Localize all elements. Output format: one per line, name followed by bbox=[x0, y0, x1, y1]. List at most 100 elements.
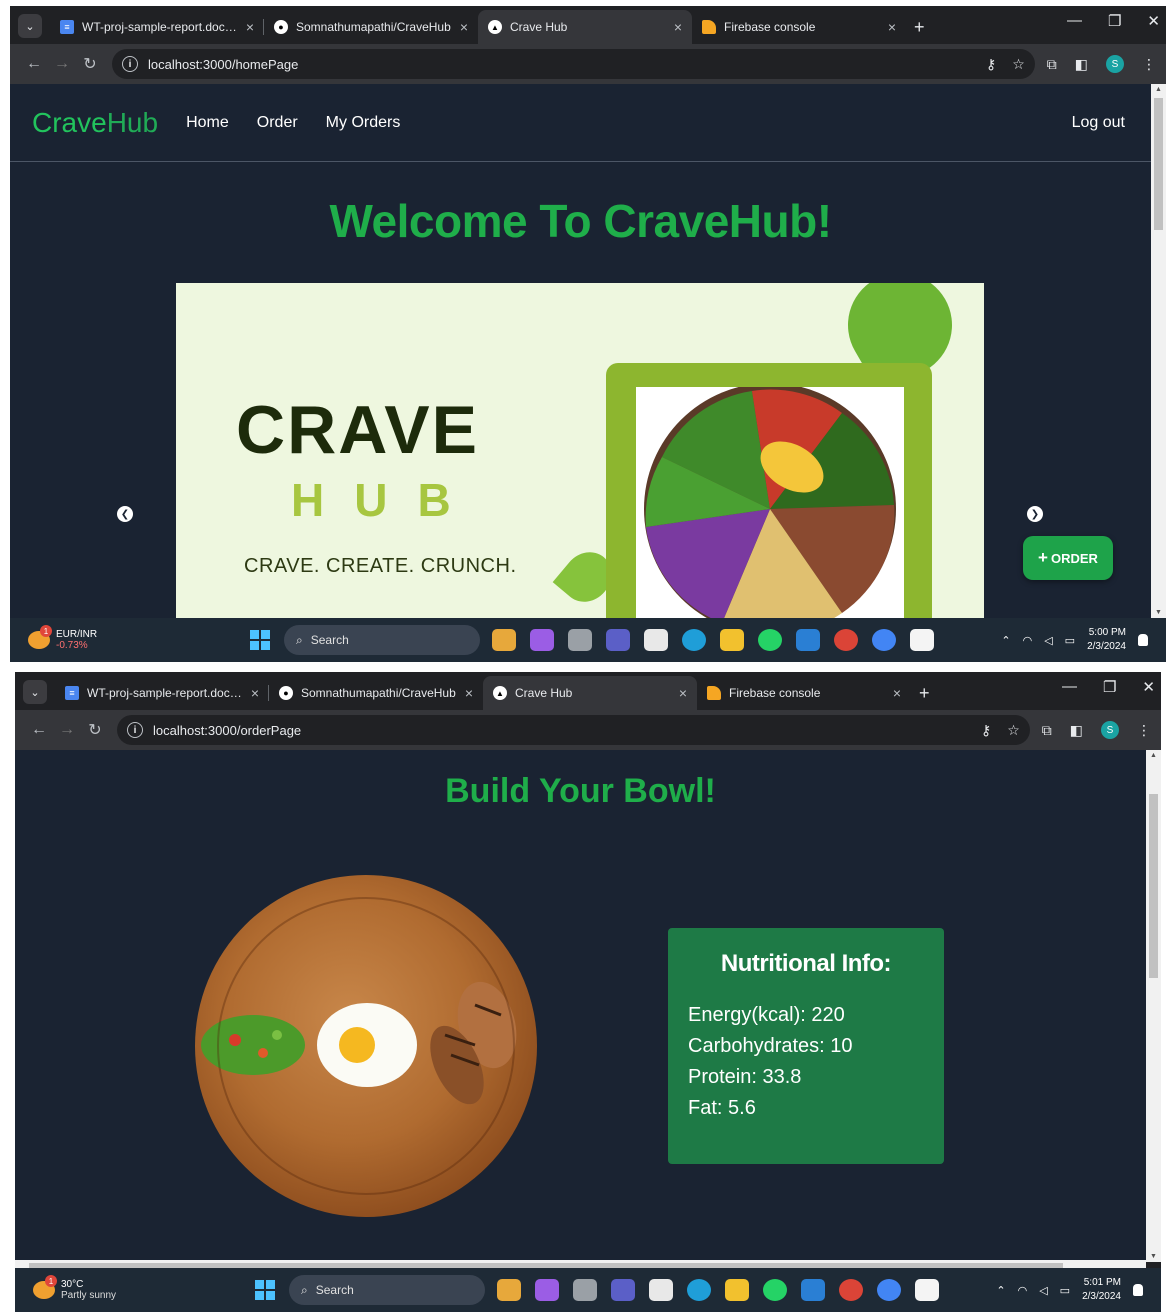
order-button[interactable]: + ORDER bbox=[1023, 536, 1113, 580]
carousel-prev-icon[interactable]: ❮ bbox=[117, 506, 133, 522]
bookmark-star-icon[interactable]: ☆ bbox=[1007, 722, 1020, 739]
back-icon[interactable]: ← bbox=[20, 55, 48, 73]
extensions-icon[interactable]: ⧉ bbox=[1042, 722, 1052, 739]
tab-firebase[interactable]: Firebase console × bbox=[692, 10, 906, 44]
minimize-icon[interactable]: — bbox=[1067, 12, 1082, 30]
vertical-scrollbar[interactable]: ▲ ▼ bbox=[1146, 750, 1161, 1262]
task-view-icon[interactable] bbox=[573, 1279, 597, 1301]
vertical-scrollbar[interactable]: ▲ ▼ bbox=[1151, 84, 1166, 618]
close-tab-icon[interactable]: × bbox=[893, 685, 901, 701]
back-icon[interactable]: ← bbox=[25, 721, 53, 739]
side-panel-icon[interactable]: ◧ bbox=[1070, 722, 1083, 739]
tab-docx[interactable]: ≡ WT-proj-sample-report.docx - ( × bbox=[50, 10, 264, 44]
close-window-icon[interactable]: ✕ bbox=[1142, 678, 1155, 696]
tray-chevron-icon[interactable]: ⌃ bbox=[996, 1284, 1005, 1297]
tab-github[interactable]: ● Somnathumapathi/CraveHub × bbox=[269, 676, 483, 710]
store-icon[interactable] bbox=[649, 1279, 673, 1301]
salad-ingredient-image[interactable] bbox=[201, 1015, 305, 1075]
profile-avatar[interactable]: S bbox=[1101, 721, 1119, 739]
windows-start-icon[interactable] bbox=[255, 1280, 275, 1300]
whatsapp-icon[interactable] bbox=[763, 1279, 787, 1301]
chicken-ingredient-image[interactable] bbox=[419, 975, 525, 1112]
close-tab-icon[interactable]: × bbox=[246, 19, 254, 35]
copilot-icon[interactable] bbox=[530, 629, 554, 651]
widgets-button[interactable]: 1 30°C Partly sunny bbox=[15, 1275, 255, 1301]
site-info-icon[interactable]: i bbox=[122, 56, 138, 72]
chrome-icon[interactable] bbox=[839, 1279, 863, 1301]
wifi-icon[interactable]: ◠ bbox=[1023, 634, 1033, 647]
egg-ingredient-image[interactable] bbox=[317, 1003, 417, 1087]
close-tab-icon[interactable]: × bbox=[460, 19, 468, 35]
tab-search-chevron-icon[interactable]: ⌄ bbox=[18, 14, 42, 38]
logout-link[interactable]: Log out bbox=[1072, 114, 1125, 132]
lion-app-icon[interactable] bbox=[492, 629, 516, 651]
lion-app-icon[interactable] bbox=[497, 1279, 521, 1301]
menu-kebab-icon[interactable]: ⋮ bbox=[1137, 722, 1151, 739]
battery-icon[interactable]: ▭ bbox=[1065, 634, 1075, 647]
password-key-icon[interactable]: ⚷ bbox=[981, 722, 991, 739]
edge-icon[interactable] bbox=[687, 1279, 711, 1301]
close-tab-icon[interactable]: × bbox=[888, 19, 896, 35]
whatsapp-icon[interactable] bbox=[758, 629, 782, 651]
address-bar[interactable]: i localhost:3000/orderPage ⚷ ☆ bbox=[117, 715, 1030, 745]
copilot-icon[interactable] bbox=[535, 1279, 559, 1301]
brand-logo[interactable]: CraveHub bbox=[32, 107, 158, 139]
notes-app-icon[interactable] bbox=[910, 629, 934, 651]
chrome-profile-icon[interactable] bbox=[877, 1279, 901, 1301]
carousel-next-icon[interactable]: ❯ bbox=[1027, 506, 1043, 522]
teams-icon[interactable] bbox=[611, 1279, 635, 1301]
nav-my-orders[interactable]: My Orders bbox=[326, 114, 401, 132]
extensions-icon[interactable]: ⧉ bbox=[1047, 56, 1057, 73]
taskbar-clock[interactable]: 5:01 PM 2/3/2024 bbox=[1082, 1276, 1121, 1304]
chrome-icon[interactable] bbox=[834, 629, 858, 651]
profile-avatar[interactable]: S bbox=[1106, 55, 1124, 73]
taskbar-search[interactable]: ⌕ Search bbox=[284, 625, 480, 655]
nav-order[interactable]: Order bbox=[257, 114, 298, 132]
close-window-icon[interactable]: ✕ bbox=[1147, 12, 1160, 30]
edge-icon[interactable] bbox=[682, 629, 706, 651]
vscode-icon[interactable] bbox=[796, 629, 820, 651]
close-tab-icon[interactable]: × bbox=[679, 685, 687, 701]
wifi-icon[interactable]: ◠ bbox=[1018, 1284, 1028, 1297]
notification-bell-icon[interactable] bbox=[1133, 1284, 1143, 1296]
restore-icon[interactable]: ❐ bbox=[1103, 678, 1116, 696]
volume-icon[interactable]: ◁ bbox=[1044, 634, 1052, 647]
side-panel-icon[interactable]: ◧ bbox=[1075, 56, 1088, 73]
store-icon[interactable] bbox=[644, 629, 668, 651]
new-tab-icon[interactable]: + bbox=[919, 676, 930, 710]
close-tab-icon[interactable]: × bbox=[251, 685, 259, 701]
tab-search-chevron-icon[interactable]: ⌄ bbox=[23, 680, 47, 704]
notes-app-icon[interactable] bbox=[915, 1279, 939, 1301]
nav-home[interactable]: Home bbox=[186, 114, 229, 132]
vscode-icon[interactable] bbox=[801, 1279, 825, 1301]
restore-icon[interactable]: ❐ bbox=[1108, 12, 1121, 30]
tray-chevron-icon[interactable]: ⌃ bbox=[1001, 634, 1010, 647]
widgets-button[interactable]: 1 EUR/INR -0.73% bbox=[10, 625, 250, 651]
forward-icon[interactable]: → bbox=[48, 55, 76, 73]
close-tab-icon[interactable]: × bbox=[465, 685, 473, 701]
volume-icon[interactable]: ◁ bbox=[1039, 1284, 1047, 1297]
task-view-icon[interactable] bbox=[568, 629, 592, 651]
site-info-icon[interactable]: i bbox=[127, 722, 143, 738]
reload-icon[interactable]: ↻ bbox=[76, 54, 104, 74]
tab-cravehub[interactable]: ▲ Crave Hub × bbox=[478, 10, 692, 44]
chrome-profile-icon[interactable] bbox=[872, 629, 896, 651]
close-tab-icon[interactable]: × bbox=[674, 19, 682, 35]
file-explorer-icon[interactable] bbox=[725, 1279, 749, 1301]
scroll-up-icon[interactable]: ▲ bbox=[1146, 752, 1161, 759]
tab-firebase[interactable]: Firebase console × bbox=[697, 676, 911, 710]
taskbar-search[interactable]: ⌕ Search bbox=[289, 1275, 485, 1305]
password-key-icon[interactable]: ⚷ bbox=[986, 56, 996, 73]
teams-icon[interactable] bbox=[606, 629, 630, 651]
scroll-down-icon[interactable]: ▼ bbox=[1146, 1253, 1161, 1260]
windows-start-icon[interactable] bbox=[250, 630, 270, 650]
forward-icon[interactable]: → bbox=[53, 721, 81, 739]
menu-kebab-icon[interactable]: ⋮ bbox=[1142, 56, 1156, 73]
taskbar-clock[interactable]: 5:00 PM 2/3/2024 bbox=[1087, 626, 1126, 654]
new-tab-icon[interactable]: + bbox=[914, 10, 925, 44]
minimize-icon[interactable]: — bbox=[1062, 678, 1077, 696]
address-bar[interactable]: i localhost:3000/homePage ⚷ ☆ bbox=[112, 49, 1035, 79]
tab-docx[interactable]: ≡ WT-proj-sample-report.docx - ( × bbox=[55, 676, 269, 710]
tab-cravehub[interactable]: ▲ Crave Hub × bbox=[483, 676, 697, 710]
scroll-down-icon[interactable]: ▼ bbox=[1151, 609, 1166, 616]
